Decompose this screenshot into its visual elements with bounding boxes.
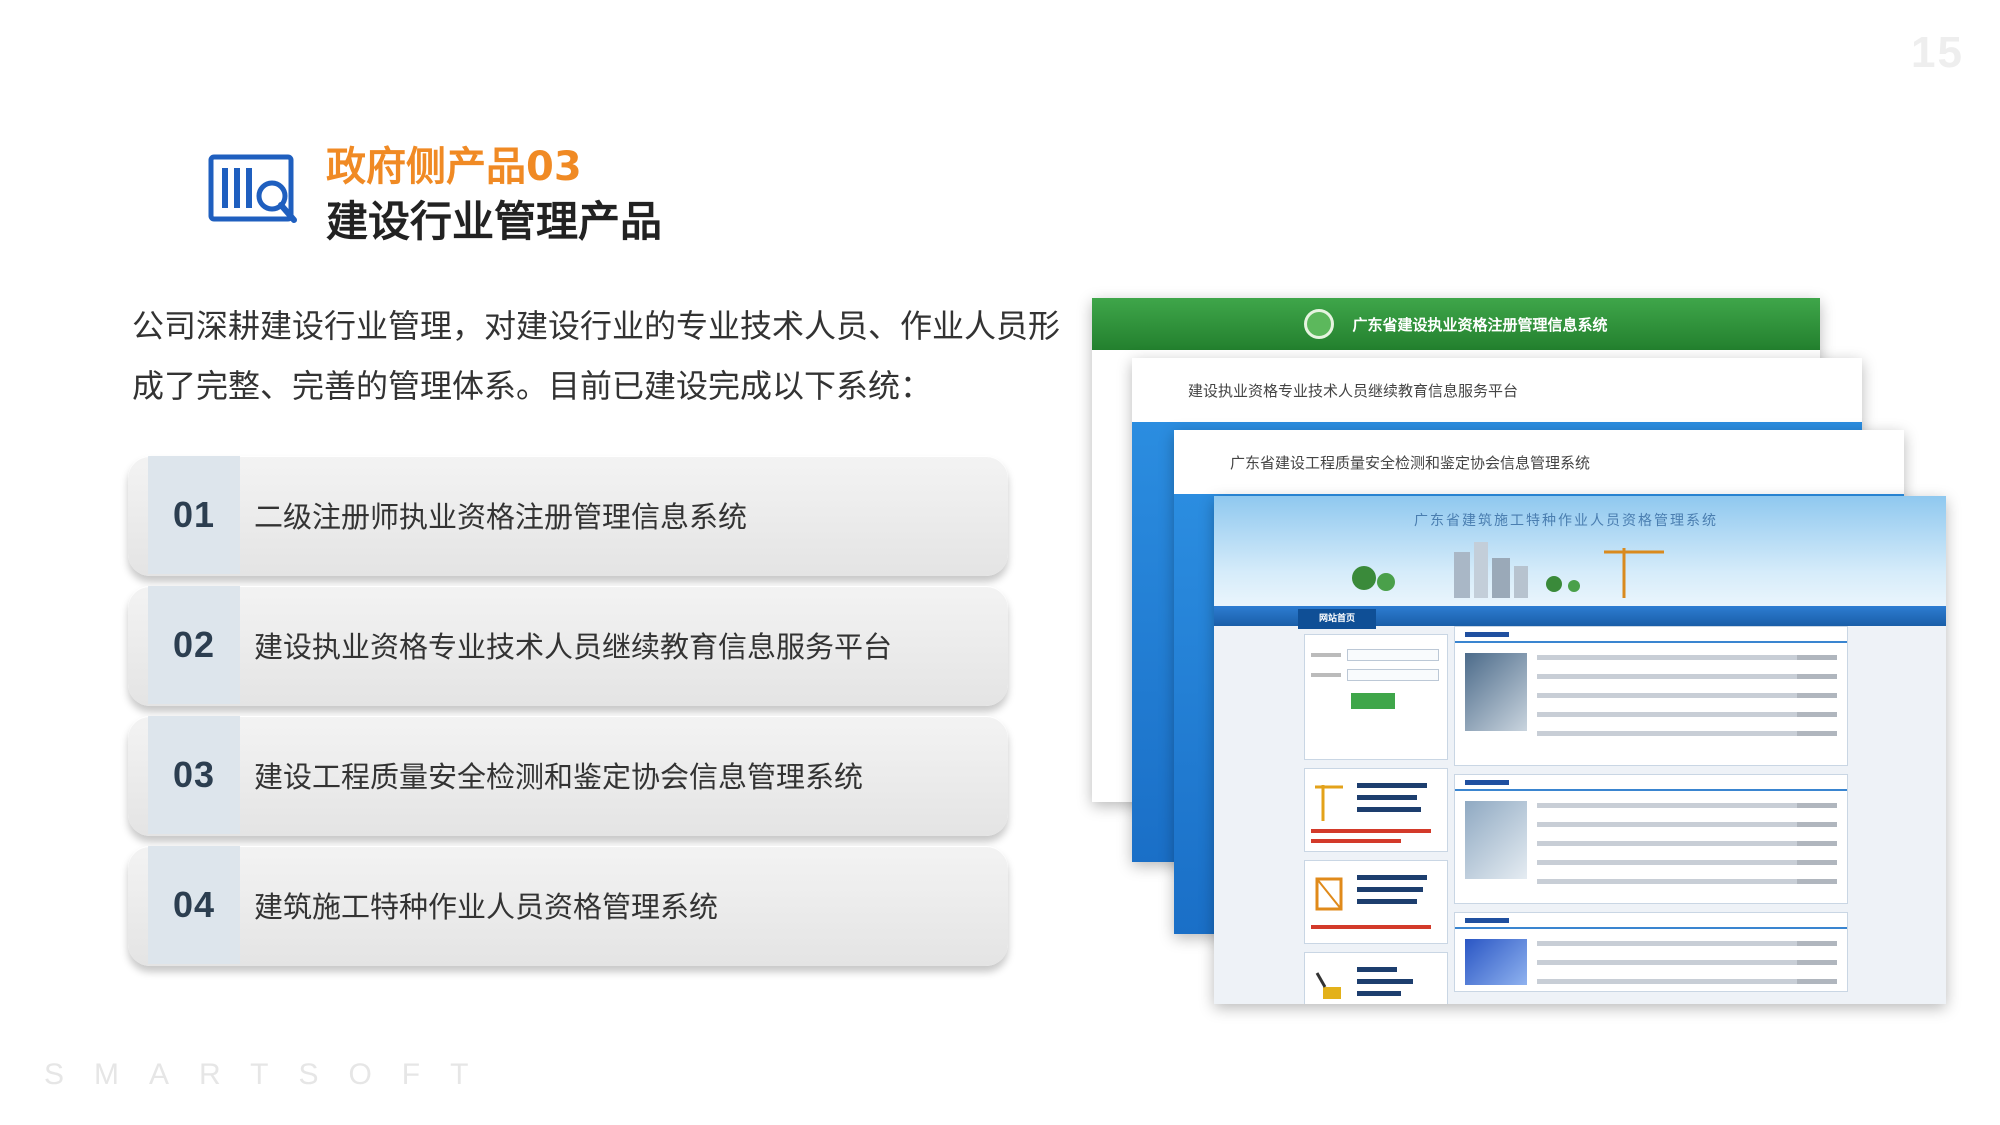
system-number: 04	[148, 846, 240, 964]
screenshot-inspection-association: 广东省建设工程质量安全检测和鉴定协会信息管理系统	[1174, 430, 1904, 934]
system-label: 二级注册师执业资格注册管理信息系统	[254, 500, 748, 534]
screenshot-body	[1132, 422, 1862, 862]
system-number: 03	[148, 716, 240, 834]
screenshot-title: 广东省建筑施工特种作业人员资格管理系统	[1414, 513, 1718, 529]
city-skyline-icon	[1352, 542, 1664, 598]
screenshot-header: 广东省建设执业资格注册管理信息系统	[1092, 298, 1820, 350]
intro-paragraph: 公司深耕建设行业管理，对建设行业的专业技术人员、作业人员形成了完整、完善的管理体…	[132, 307, 1061, 405]
login-button	[1351, 693, 1395, 709]
emblem-icon	[1304, 309, 1335, 339]
screenshot-body	[1174, 494, 1904, 934]
system-label: 建设工程质量安全检测和鉴定协会信息管理系统	[254, 760, 864, 794]
system-number: 02	[148, 586, 240, 704]
system-number: 01	[148, 456, 240, 574]
crane-card	[1304, 768, 1448, 852]
screenshot-education-platform: 建设执业资格专业技术人员继续教育信息服务平台	[1132, 358, 1862, 862]
system-item: 03 建设工程质量安全检测和鉴定协会信息管理系统	[128, 716, 1008, 836]
screenshot-title: 广东省建设工程质量安全检测和鉴定协会信息管理系统	[1230, 453, 1591, 472]
notice-panel	[1454, 626, 1848, 766]
screenshot-content	[1454, 626, 1848, 1000]
footer-brand: SMARTSOFT	[44, 1058, 499, 1091]
scaffold-icon	[1315, 877, 1343, 911]
system-label: 建筑施工特种作业人员资格管理系统	[254, 890, 719, 924]
barcode-search-icon	[208, 154, 297, 223]
system-list: 01 二级注册师执业资格注册管理信息系统 02 建设执业资格专业技术人员继续教育…	[128, 456, 1008, 976]
screenshot-special-operations: 广东省建筑施工特种作业人员资格管理系统 网站首页	[1214, 496, 1946, 1004]
login-box	[1304, 634, 1448, 760]
system-item: 01 二级注册师执业资格注册管理信息系统	[128, 456, 1008, 576]
screenshot-nav: 网站首页	[1214, 606, 1946, 629]
crane-icon	[1315, 785, 1343, 821]
screenshot-title: 建设执业资格专业技术人员继续教育信息服务平台	[1188, 381, 1519, 400]
system-label: 建设执业资格专业技术人员继续教育信息服务平台	[254, 630, 893, 664]
system-item: 04 建筑施工特种作业人员资格管理系统	[128, 846, 1008, 966]
excavator-card	[1304, 952, 1448, 1004]
exam-panel	[1454, 912, 1848, 992]
training-panel	[1454, 774, 1848, 904]
screenshot-sidebar	[1304, 634, 1448, 1004]
system-item: 02 建设执业资格专业技术人员继续教育信息服务平台	[128, 586, 1008, 706]
excavator-icon	[1315, 972, 1341, 999]
page-number: 15	[1911, 28, 1964, 77]
section-title: 建设行业管理产品	[326, 197, 663, 246]
screenshot-title: 广东省建设执业资格注册管理信息系统	[1352, 315, 1608, 334]
screenshot-registration-system: 广东省建设执业资格注册管理信息系统	[1092, 298, 1820, 802]
screenshot-banner: 广东省建筑施工特种作业人员资格管理系统	[1214, 496, 1946, 606]
nav-home: 网站首页	[1298, 609, 1376, 629]
section-subtitle: 政府侧产品03	[326, 144, 582, 190]
scaffold-card	[1304, 860, 1448, 944]
